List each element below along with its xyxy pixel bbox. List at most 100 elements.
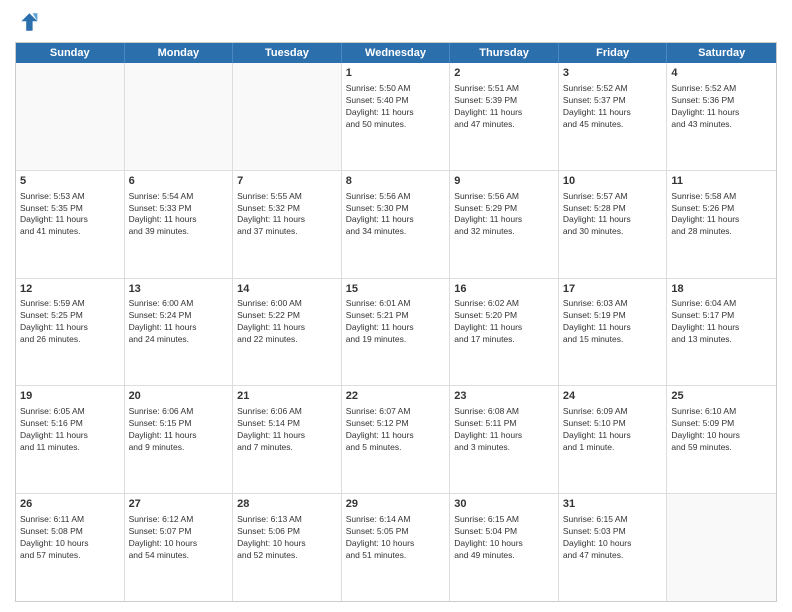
day-info: Sunrise: 6:15 AM Sunset: 5:03 PM Dayligh… bbox=[563, 514, 663, 562]
day-cell-14: 14Sunrise: 6:00 AM Sunset: 5:22 PM Dayli… bbox=[233, 279, 342, 386]
day-number: 16 bbox=[454, 282, 554, 297]
day-number: 3 bbox=[563, 66, 663, 81]
week-row-2: 5 Sunrise: 5:53 AM Sunset: 5:35 PM Daylig… bbox=[16, 171, 776, 279]
day-number: 10 bbox=[563, 174, 663, 189]
day-info: Sunrise: 5:52 AM Sunset: 5:36 PM Dayligh… bbox=[671, 83, 772, 131]
day-info: Sunrise: 6:08 AM Sunset: 5:11 PM Dayligh… bbox=[454, 406, 554, 454]
day-cell-empty bbox=[125, 63, 234, 170]
day-info: Sunrise: 5:57 AM Sunset: 5:28 PM Dayligh… bbox=[563, 191, 663, 239]
day-cell-empty bbox=[667, 494, 776, 601]
day-cell-8: 8 Sunrise: 5:56 AM Sunset: 5:30 PM Daylig… bbox=[342, 171, 451, 278]
day-number: 7 bbox=[237, 174, 337, 189]
logo bbox=[15, 10, 43, 34]
day-number: 1 bbox=[346, 66, 446, 81]
day-cell-19: 19 Sunrise: 6:05 AM Sunset: 5:16 PM Dayli… bbox=[16, 386, 125, 493]
calendar-container: SundayMondayTuesdayWednesdayThursdayFrid… bbox=[0, 0, 792, 612]
day-number: 22 bbox=[346, 389, 446, 404]
logo-icon bbox=[15, 10, 39, 34]
day-info: Sunrise: 6:11 AM Sunset: 5:08 PM Dayligh… bbox=[20, 514, 120, 562]
day-cell-11: 11 Sunrise: 5:58 AM Sunset: 5:26 PM Dayli… bbox=[667, 171, 776, 278]
day-info: Sunrise: 5:59 AM Sunset: 5:25 PM Dayligh… bbox=[20, 298, 120, 346]
day-number: 27 bbox=[129, 497, 229, 512]
day-number: 6 bbox=[129, 174, 229, 189]
day-header-monday: Monday bbox=[125, 43, 234, 63]
day-number: 2 bbox=[454, 66, 554, 81]
day-info: Sunrise: 5:51 AM Sunset: 5:39 PM Dayligh… bbox=[454, 83, 554, 131]
day-number: 12 bbox=[20, 282, 120, 297]
day-cell-1: 1 Sunrise: 5:50 AM Sunset: 5:40 PM Daylig… bbox=[342, 63, 451, 170]
day-info: Sunrise: 5:50 AM Sunset: 5:40 PM Dayligh… bbox=[346, 83, 446, 131]
day-header-sunday: Sunday bbox=[16, 43, 125, 63]
day-cell-2: 2 Sunrise: 5:51 AM Sunset: 5:39 PM Daylig… bbox=[450, 63, 559, 170]
day-cell-20: 20Sunrise: 6:06 AM Sunset: 5:15 PM Dayli… bbox=[125, 386, 234, 493]
calendar: SundayMondayTuesdayWednesdayThursdayFrid… bbox=[15, 42, 777, 602]
day-header-friday: Friday bbox=[559, 43, 668, 63]
day-info: Sunrise: 6:03 AM Sunset: 5:19 PM Dayligh… bbox=[563, 298, 663, 346]
day-number: 19 bbox=[20, 389, 120, 404]
day-cell-empty bbox=[16, 63, 125, 170]
day-info: Sunrise: 5:58 AM Sunset: 5:26 PM Dayligh… bbox=[671, 191, 772, 239]
day-number: 23 bbox=[454, 389, 554, 404]
week-row-5: 26 Sunrise: 6:11 AM Sunset: 5:08 PM Dayli… bbox=[16, 494, 776, 601]
day-number: 9 bbox=[454, 174, 554, 189]
day-cell-empty bbox=[233, 63, 342, 170]
day-cell-17: 17Sunrise: 6:03 AM Sunset: 5:19 PM Dayli… bbox=[559, 279, 668, 386]
day-info: Sunrise: 5:54 AM Sunset: 5:33 PM Dayligh… bbox=[129, 191, 229, 239]
day-number: 26 bbox=[20, 497, 120, 512]
day-number: 17 bbox=[563, 282, 663, 297]
day-info: Sunrise: 6:13 AM Sunset: 5:06 PM Dayligh… bbox=[237, 514, 337, 562]
day-info: Sunrise: 5:53 AM Sunset: 5:35 PM Dayligh… bbox=[20, 191, 120, 239]
day-number: 5 bbox=[20, 174, 120, 189]
day-number: 20 bbox=[129, 389, 229, 404]
day-info: Sunrise: 6:02 AM Sunset: 5:20 PM Dayligh… bbox=[454, 298, 554, 346]
day-header-tuesday: Tuesday bbox=[233, 43, 342, 63]
day-cell-30: 30 Sunrise: 6:15 AM Sunset: 5:04 PM Dayli… bbox=[450, 494, 559, 601]
week-row-3: 12Sunrise: 5:59 AM Sunset: 5:25 PM Dayli… bbox=[16, 279, 776, 387]
day-cell-26: 26 Sunrise: 6:11 AM Sunset: 5:08 PM Dayli… bbox=[16, 494, 125, 601]
day-cell-15: 15Sunrise: 6:01 AM Sunset: 5:21 PM Dayli… bbox=[342, 279, 451, 386]
day-cell-22: 22 Sunrise: 6:07 AM Sunset: 5:12 PM Dayli… bbox=[342, 386, 451, 493]
day-number: 4 bbox=[671, 66, 772, 81]
day-info: Sunrise: 6:12 AM Sunset: 5:07 PM Dayligh… bbox=[129, 514, 229, 562]
day-info: Sunrise: 5:55 AM Sunset: 5:32 PM Dayligh… bbox=[237, 191, 337, 239]
day-number: 8 bbox=[346, 174, 446, 189]
day-cell-25: 25Sunrise: 6:10 AM Sunset: 5:09 PM Dayli… bbox=[667, 386, 776, 493]
day-cell-12: 12Sunrise: 5:59 AM Sunset: 5:25 PM Dayli… bbox=[16, 279, 125, 386]
day-info: Sunrise: 5:56 AM Sunset: 5:30 PM Dayligh… bbox=[346, 191, 446, 239]
day-cell-18: 18Sunrise: 6:04 AM Sunset: 5:17 PM Dayli… bbox=[667, 279, 776, 386]
day-info: Sunrise: 6:07 AM Sunset: 5:12 PM Dayligh… bbox=[346, 406, 446, 454]
day-info: Sunrise: 6:05 AM Sunset: 5:16 PM Dayligh… bbox=[20, 406, 120, 454]
calendar-grid: 1 Sunrise: 5:50 AM Sunset: 5:40 PM Daylig… bbox=[16, 63, 776, 601]
day-header-saturday: Saturday bbox=[667, 43, 776, 63]
day-number: 30 bbox=[454, 497, 554, 512]
day-cell-4: 4 Sunrise: 5:52 AM Sunset: 5:36 PM Daylig… bbox=[667, 63, 776, 170]
day-cell-23: 23 Sunrise: 6:08 AM Sunset: 5:11 PM Dayli… bbox=[450, 386, 559, 493]
day-number: 31 bbox=[563, 497, 663, 512]
day-number: 29 bbox=[346, 497, 446, 512]
day-info: Sunrise: 6:00 AM Sunset: 5:24 PM Dayligh… bbox=[129, 298, 229, 346]
day-info: Sunrise: 5:56 AM Sunset: 5:29 PM Dayligh… bbox=[454, 191, 554, 239]
day-cell-7: 7 Sunrise: 5:55 AM Sunset: 5:32 PM Daylig… bbox=[233, 171, 342, 278]
day-number: 28 bbox=[237, 497, 337, 512]
day-number: 15 bbox=[346, 282, 446, 297]
day-info: Sunrise: 6:01 AM Sunset: 5:21 PM Dayligh… bbox=[346, 298, 446, 346]
day-number: 11 bbox=[671, 174, 772, 189]
day-cell-31: 31 Sunrise: 6:15 AM Sunset: 5:03 PM Dayli… bbox=[559, 494, 668, 601]
day-cell-24: 24 Sunrise: 6:09 AM Sunset: 5:10 PM Dayli… bbox=[559, 386, 668, 493]
day-info: Sunrise: 6:04 AM Sunset: 5:17 PM Dayligh… bbox=[671, 298, 772, 346]
day-cell-13: 13Sunrise: 6:00 AM Sunset: 5:24 PM Dayli… bbox=[125, 279, 234, 386]
day-info: Sunrise: 6:09 AM Sunset: 5:10 PM Dayligh… bbox=[563, 406, 663, 454]
week-row-4: 19 Sunrise: 6:05 AM Sunset: 5:16 PM Dayli… bbox=[16, 386, 776, 494]
day-cell-29: 29 Sunrise: 6:14 AM Sunset: 5:05 PM Dayli… bbox=[342, 494, 451, 601]
day-cell-5: 5 Sunrise: 5:53 AM Sunset: 5:35 PM Daylig… bbox=[16, 171, 125, 278]
day-cell-27: 27 Sunrise: 6:12 AM Sunset: 5:07 PM Dayli… bbox=[125, 494, 234, 601]
day-info: Sunrise: 6:14 AM Sunset: 5:05 PM Dayligh… bbox=[346, 514, 446, 562]
day-info: Sunrise: 6:10 AM Sunset: 5:09 PM Dayligh… bbox=[671, 406, 772, 454]
day-info: Sunrise: 5:52 AM Sunset: 5:37 PM Dayligh… bbox=[563, 83, 663, 131]
day-cell-28: 28 Sunrise: 6:13 AM Sunset: 5:06 PM Dayli… bbox=[233, 494, 342, 601]
day-cell-6: 6 Sunrise: 5:54 AM Sunset: 5:33 PM Daylig… bbox=[125, 171, 234, 278]
header bbox=[15, 10, 777, 34]
day-cell-9: 9 Sunrise: 5:56 AM Sunset: 5:29 PM Daylig… bbox=[450, 171, 559, 278]
day-info: Sunrise: 6:15 AM Sunset: 5:04 PM Dayligh… bbox=[454, 514, 554, 562]
day-number: 24 bbox=[563, 389, 663, 404]
